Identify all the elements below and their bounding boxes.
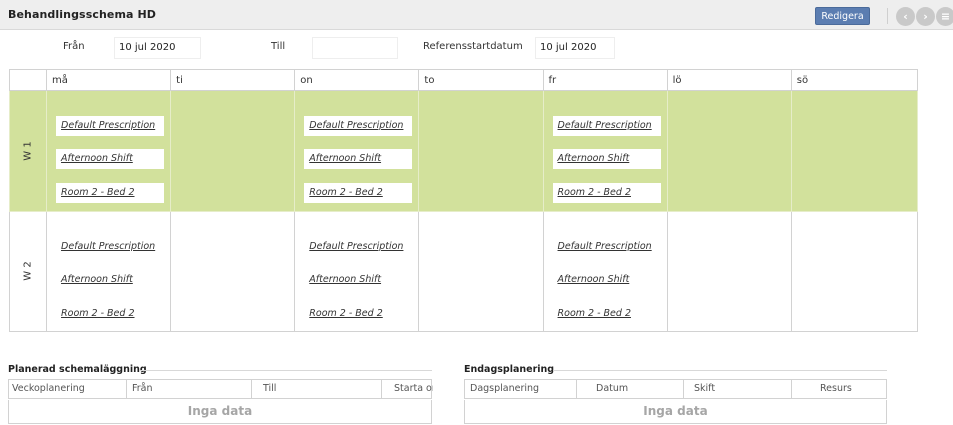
day-cell-w2-sat[interactable]	[666, 210, 792, 332]
prescription-link[interactable]: Default Prescription	[304, 237, 412, 257]
day-cell-w1-fri[interactable]: Default Prescription Afternoon Shift Roo…	[542, 90, 668, 212]
column-header[interactable]: Från	[127, 380, 252, 398]
column-header[interactable]: Datum	[577, 380, 684, 398]
bed-link[interactable]: Room 2 - Bed 2	[304, 304, 412, 324]
shift-link[interactable]: Afternoon Shift	[56, 270, 164, 290]
day-cell-w2-wed[interactable]: Default Prescription Afternoon Shift Roo…	[294, 210, 420, 332]
section-divider	[553, 370, 887, 371]
week-label: W 1	[22, 141, 34, 161]
to-date-field[interactable]	[312, 37, 398, 59]
edit-button[interactable]: Redigera	[815, 7, 870, 25]
day-header-fri: fr	[542, 69, 668, 91]
column-header[interactable]: Starta om	[382, 380, 433, 398]
day-header-tue: ti	[170, 69, 296, 91]
day-cell-w2-mon[interactable]: Default Prescription Afternoon Shift Roo…	[46, 210, 172, 332]
prescription-link[interactable]: Default Prescription	[553, 237, 661, 257]
day-cell-w2-sun[interactable]	[790, 210, 919, 332]
shift-link[interactable]: Afternoon Shift	[552, 149, 661, 169]
column-header[interactable]: Skift	[684, 380, 792, 398]
schedule-grid: må ti on to fr lö sö W 1 Default Prescri…	[8, 69, 919, 332]
column-header[interactable]: Till	[252, 380, 382, 398]
day-header-thu: to	[418, 69, 544, 91]
page-title: Behandlingsschema HD	[8, 8, 157, 21]
day-cell-w1-mon[interactable]: Default Prescription Afternoon Shift Roo…	[46, 90, 172, 212]
prescription-link[interactable]: Default Prescription	[56, 116, 165, 136]
planned-scheduling-header: Veckoplanering Från Till Starta om	[8, 379, 433, 399]
week-row-2: W 2 Default Prescription Afternoon Shift…	[8, 210, 919, 332]
shift-link[interactable]: Afternoon Shift	[56, 149, 165, 169]
corner-cell	[8, 69, 48, 91]
daily-empty-state: Inga data	[464, 400, 887, 424]
prescription-link[interactable]: Default Prescription	[304, 116, 413, 136]
week-label: W 2	[22, 261, 34, 281]
day-cell-w1-thu[interactable]	[418, 90, 544, 212]
prescription-link[interactable]: Default Prescription	[552, 116, 661, 136]
bed-link[interactable]: Room 2 - Bed 2	[304, 183, 413, 203]
day-cell-w1-sat[interactable]	[666, 90, 792, 212]
section-divider	[140, 370, 432, 371]
column-header[interactable]: Veckoplanering	[9, 380, 127, 398]
bed-link[interactable]: Room 2 - Bed 2	[56, 304, 164, 324]
from-label: Från	[63, 41, 85, 52]
day-header-sat: lö	[666, 69, 792, 91]
reference-start-label: Referensstartdatum	[423, 41, 523, 52]
from-date-field[interactable]: 10 jul 2020	[114, 37, 201, 59]
day-cell-w1-sun[interactable]	[790, 90, 919, 212]
to-label: Till	[271, 41, 286, 52]
day-cell-w2-tue[interactable]	[170, 210, 296, 332]
planned-scheduling-title: Planerad schemaläggning	[8, 364, 147, 375]
daily-planning-title: Endagsplanering	[464, 364, 555, 375]
day-header-sun: sö	[790, 69, 919, 91]
shift-link[interactable]: Afternoon Shift	[304, 270, 412, 290]
planned-empty-state: Inga data	[8, 400, 432, 424]
bed-link[interactable]: Room 2 - Bed 2	[552, 183, 661, 203]
title-bar: Behandlingsschema HD Redigera ‹ › ≡	[0, 0, 953, 30]
daily-planning-header: Dagsplanering Datum Skift Resurs	[464, 379, 887, 399]
shift-link[interactable]: Afternoon Shift	[553, 270, 661, 290]
week-label-cell: W 1	[8, 90, 48, 212]
week-label-cell: W 2	[8, 210, 48, 332]
column-header[interactable]: Dagsplanering	[465, 380, 577, 398]
day-cell-w1-tue[interactable]	[170, 90, 296, 212]
next-icon[interactable]: ›	[916, 7, 935, 26]
prescription-link[interactable]: Default Prescription	[56, 237, 164, 257]
day-header-wed: on	[294, 69, 420, 91]
bed-link[interactable]: Room 2 - Bed 2	[56, 183, 165, 203]
day-cell-w2-fri[interactable]: Default Prescription Afternoon Shift Roo…	[542, 210, 668, 332]
column-header[interactable]: Resurs	[792, 380, 888, 398]
day-header-row: må ti on to fr lö sö	[8, 69, 919, 91]
day-cell-w2-thu[interactable]	[418, 210, 544, 332]
toolbar-divider	[887, 8, 888, 24]
shift-link[interactable]: Afternoon Shift	[304, 149, 413, 169]
bed-link[interactable]: Room 2 - Bed 2	[553, 304, 661, 324]
week-row-1: W 1 Default Prescription Afternoon Shift…	[8, 90, 919, 212]
reference-start-date-field[interactable]: 10 jul 2020	[535, 37, 615, 59]
day-header-mon: må	[46, 69, 172, 91]
menu-icon[interactable]: ≡	[936, 7, 953, 26]
previous-icon[interactable]: ‹	[896, 7, 915, 26]
day-cell-w1-wed[interactable]: Default Prescription Afternoon Shift Roo…	[294, 90, 420, 212]
